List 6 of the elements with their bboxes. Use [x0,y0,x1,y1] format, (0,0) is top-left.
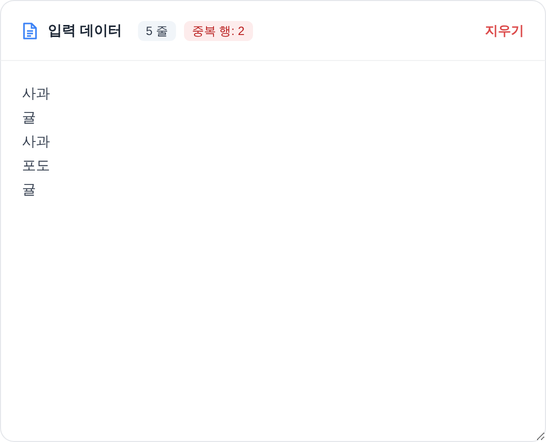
panel-title: 입력 데이터 [48,21,122,40]
input-field[interactable]: 사과 귤 사과 포도 귤 [0,61,546,442]
line-count-badge: 5 줄 [138,20,176,40]
document-icon [22,22,38,40]
clear-button[interactable]: 지우기 [485,20,524,40]
duplicate-count-badge: 중복 행: 2 [184,20,253,40]
